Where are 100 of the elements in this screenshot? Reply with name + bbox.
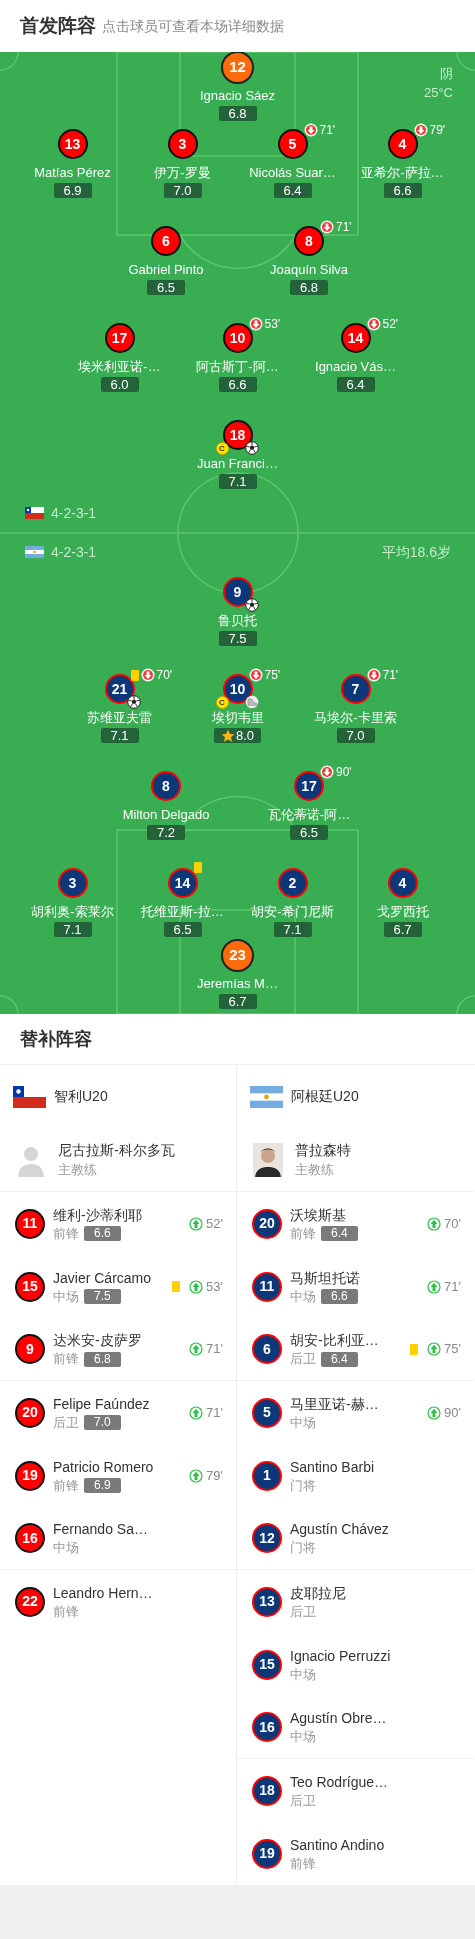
substitution-minute: 70': [156, 668, 173, 682]
player-rating: 6.8: [84, 1351, 121, 1367]
player-rating: 7.5: [84, 1289, 121, 1304]
player-position: 前锋: [53, 1603, 79, 1620]
player-number[interactable]: 5: [252, 1397, 282, 1428]
player-name[interactable]: Teo Rodrígue…: [290, 1772, 461, 1791]
player-position: 后卫: [53, 1414, 79, 1431]
substitution-off-icon: [366, 668, 381, 682]
player-name[interactable]: Santino Barbi: [290, 1457, 461, 1476]
substitution-minute: 79': [206, 1466, 223, 1485]
player-number[interactable]: 16: [15, 1523, 45, 1553]
substitution-off-icon: [320, 220, 334, 234]
player-number[interactable]: 9: [15, 1334, 45, 1364]
player-number[interactable]: 3: [167, 129, 198, 159]
player-number[interactable]: 11: [252, 1271, 282, 1302]
player-name[interactable]: 沃埃斯基: [290, 1205, 428, 1224]
player-name[interactable]: Agustín Chávez: [290, 1520, 461, 1538]
player-number[interactable]: 14: [167, 868, 198, 898]
player-position: 后卫: [290, 1792, 316, 1809]
chile-flag-icon: [25, 507, 44, 519]
average-age-text: 平均18.6岁: [381, 542, 451, 562]
player-name[interactable]: 马里亚诺-赫…: [290, 1394, 428, 1413]
player-rating: 7.0: [336, 728, 375, 743]
player-name[interactable]: Ignacio Perruzzi: [290, 1646, 461, 1665]
player-position: 门将: [290, 1540, 316, 1556]
player-number[interactable]: 19: [252, 1838, 282, 1869]
player-name[interactable]: Javier Cárcamo: [53, 1268, 173, 1287]
player-name[interactable]: Felipe Faúndez: [53, 1394, 190, 1413]
player-position: 前锋: [290, 1225, 316, 1242]
player-number[interactable]: 8: [294, 226, 324, 256]
player-number[interactable]: 20: [15, 1397, 45, 1428]
player-position: 中场: [290, 1414, 316, 1431]
player-rating: 7.1: [100, 728, 139, 743]
player-name[interactable]: Patricio Romero: [53, 1457, 190, 1476]
football-icon: [244, 441, 259, 455]
player-number[interactable]: 17: [104, 323, 135, 353]
formation-text: 4-2-3-1: [51, 503, 97, 523]
player-number[interactable]: 13: [252, 1586, 282, 1617]
section-title: 首发阵容: [20, 13, 96, 38]
player-number[interactable]: 15: [252, 1649, 282, 1680]
player-number[interactable]: 1: [252, 1460, 282, 1491]
booking-card-icon: [193, 862, 202, 873]
player-number[interactable]: 16: [252, 1712, 282, 1742]
player-number[interactable]: 4: [387, 129, 418, 159]
temperature-text: 25°C: [423, 84, 453, 102]
player-number[interactable]: 20: [252, 1208, 282, 1239]
substitution-off-icon: [248, 317, 263, 331]
player-number[interactable]: 3: [57, 868, 88, 898]
player-name[interactable]: 维利-沙蒂利耶: [53, 1205, 190, 1224]
substitution-off-icon: [248, 668, 263, 682]
substitution-minute: 52': [382, 317, 399, 331]
player-position: 中场: [290, 1729, 316, 1745]
player-name[interactable]: 达米安-皮萨罗: [53, 1331, 190, 1349]
player-rating: 7.0: [163, 183, 202, 198]
player-number[interactable]: 6: [151, 226, 181, 256]
player-rating: 6.4: [321, 1351, 358, 1367]
player-number[interactable]: 2: [277, 868, 308, 898]
player-number[interactable]: 15: [15, 1271, 45, 1302]
player-rating: 7.0: [84, 1415, 121, 1430]
player-number[interactable]: 18: [252, 1775, 282, 1806]
player-number[interactable]: 14: [340, 323, 371, 353]
player-rating: 6.9: [53, 183, 92, 198]
team-name[interactable]: 阿根廷U20: [291, 1086, 359, 1107]
player-number[interactable]: 9: [222, 577, 253, 607]
player-number[interactable]: 17: [294, 771, 324, 801]
player-rating: 7.1: [218, 474, 257, 489]
player-name[interactable]: 胡安-比利亚…: [290, 1331, 411, 1349]
player-name[interactable]: 皮耶拉尼: [290, 1583, 461, 1602]
player-number[interactable]: 8: [151, 771, 181, 801]
substitution-minute: 75': [264, 668, 281, 682]
player-number[interactable]: 12: [252, 1523, 282, 1553]
substitution-off-icon: [366, 317, 381, 331]
player-name[interactable]: 马斯坦托诺: [290, 1268, 428, 1287]
player-number[interactable]: 19: [15, 1460, 45, 1491]
player-rating: 6.7: [218, 994, 257, 1009]
substitution-minute: 71': [319, 123, 336, 137]
player-number[interactable]: 5: [277, 129, 308, 159]
player-number[interactable]: 6: [252, 1334, 282, 1364]
player-rating: 6.4: [336, 377, 375, 392]
player-rating: 7.1: [273, 922, 312, 937]
player-name[interactable]: Agustín Obre…: [290, 1709, 461, 1727]
player-number[interactable]: 10: [222, 323, 253, 353]
substitution-off-icon: [303, 123, 318, 137]
player-name[interactable]: Santino Andino: [290, 1835, 461, 1854]
player-number[interactable]: 7: [340, 674, 371, 704]
player-number[interactable]: 11: [15, 1208, 45, 1239]
substitution-minute: 53': [264, 317, 281, 331]
substitution-minute: 71': [382, 668, 399, 682]
team-name[interactable]: 智利U20: [54, 1086, 108, 1107]
player-position: 前锋: [53, 1477, 79, 1494]
player-number[interactable]: 13: [57, 129, 88, 159]
coach-name[interactable]: 普拉森特: [295, 1139, 351, 1160]
argentina-flag-icon: [25, 546, 44, 558]
player-number[interactable]: 21: [104, 674, 135, 704]
player-number[interactable]: 22: [15, 1586, 45, 1617]
captain-badge: C: [215, 696, 229, 709]
player-name[interactable]: Fernando Sa…: [53, 1520, 223, 1538]
player-name[interactable]: Leandro Hern…: [53, 1583, 223, 1602]
coach-name[interactable]: 尼古拉斯-科尔多瓦: [58, 1139, 175, 1160]
player-number[interactable]: 4: [387, 868, 418, 898]
